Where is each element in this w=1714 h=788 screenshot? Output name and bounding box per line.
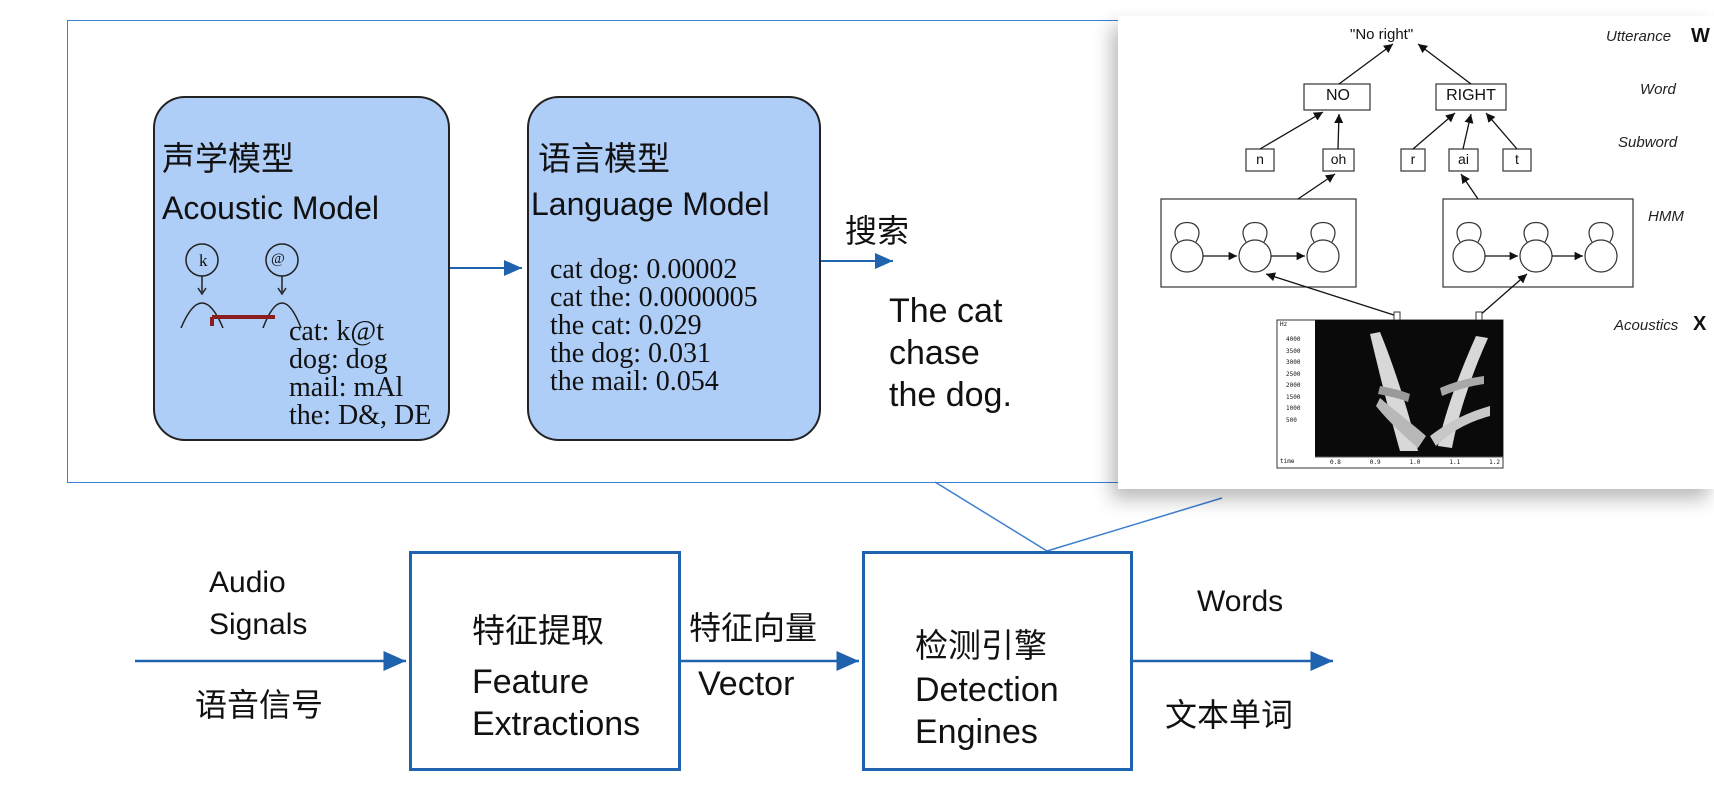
search-result: The cat chase the dog. [889,290,1012,416]
level-symbol-x: X [1693,313,1707,335]
level-label-hmm: HMM [1648,208,1684,225]
input-label-line: Audio [209,566,286,599]
engine-label-line: Detection [915,671,1059,709]
feature-extraction-box: 特征提取 Feature Extractions [409,551,681,771]
search-result-line: the dog. [889,376,1012,414]
acoustic-model-title-en: Acoustic Model [162,190,379,226]
word-node-no: NO [1326,87,1350,104]
y-tick: 2500 [1286,370,1301,378]
feature-label-en: Feature Extractions [472,661,640,745]
acoustic-entries: cat: k@t dog: dog mail: mAl the: D&, DE [289,318,431,430]
y-tick: 4000 [1286,336,1301,343]
spectrogram-hz-label: Hz [1280,321,1288,328]
engine-label-en: Detection Engines [915,669,1059,753]
acoustic-entry: mail: mAl [289,372,404,403]
level-label-utterance: Utterance [1606,28,1672,45]
feature-label-zh: 特征提取 [472,611,604,650]
x-tick: 0.9 [1369,459,1381,466]
input-label-en: Audio Signals [209,562,307,646]
search-result-line: The cat [889,292,1003,330]
acoustic-entry: dog: dog [289,344,388,375]
level-symbol-w: W [1691,25,1710,47]
x-tick: 1.2 [1489,459,1500,466]
y-tick: 3500 [1286,347,1301,355]
detection-engine-box: 检测引擎 Detection Engines [862,551,1133,771]
input-label-line: Signals [209,608,308,641]
subword-node-oh: oh [1330,151,1347,167]
y-tick: 3000 [1286,359,1301,366]
language-entry: the dog: 0.031 [550,338,711,369]
level-label-word: Word [1640,81,1676,98]
search-label: 搜索 [845,212,910,250]
subword-node-ai: ai [1458,151,1469,167]
word-node-right: RIGHT [1446,87,1496,104]
y-tick: 1000 [1286,405,1301,412]
callout-line-right [1046,497,1223,552]
y-tick: 2000 [1286,382,1301,389]
engine-label-line: Engines [915,713,1038,751]
subword-node-r: r [1410,151,1416,167]
acoustic-model-title-zh: 声学模型 [162,139,294,178]
output-label-zh: 文本单词 [1165,696,1294,734]
vector-label-zh: 特征向量 [689,609,818,647]
x-tick: 1.0 [1409,459,1421,466]
language-model-title-zh: 语言模型 [538,139,670,178]
language-entry: the cat: 0.029 [550,310,702,341]
callout-line-left [934,481,1048,552]
language-model-title-en: Language Model [531,186,770,222]
subword-node-n: n [1256,151,1264,167]
utterance-label: "No right" [1350,26,1414,43]
engine-label-zh: 检测引擎 [915,626,1047,665]
output-label-en: Words [1197,585,1284,618]
x-tick: 1.1 [1449,459,1461,466]
phone-at-label: @ [271,251,285,267]
acoustic-entry: cat: k@t [289,316,384,347]
spectrogram-x-label: time [1280,458,1295,465]
acoustic-model-box: 声学模型 Acoustic Model k @ cat: k@t dog: do… [153,96,450,441]
language-entry: the mail: 0.054 [550,366,719,397]
hmm-diagram [1160,43,1634,469]
spectrogram-x-ticks: 0.8 0.9 1.0 1.1 1.2 [1330,459,1500,466]
vector-label-en: Vector [698,665,795,703]
feature-label-line: Feature [472,663,590,701]
search-result-line: chase [889,334,980,372]
y-tick: 1500 [1286,393,1301,401]
subword-node-t: t [1515,151,1519,167]
level-label-subword: Subword [1618,134,1678,151]
level-label-acoustics: Acoustics [1614,317,1679,334]
language-entries: cat dog: 0.00002 cat the: 0.0000005 the … [550,256,758,424]
language-entry: cat dog: 0.00002 [550,256,738,285]
feature-label-line: Extractions [472,705,641,743]
y-tick: 500 [1286,416,1297,424]
acoustic-entry: the: D&, DE [289,400,432,431]
language-model-box: 语言模型 Language Model cat dog: 0.00002 cat… [527,96,821,441]
language-entry: cat the: 0.0000005 [550,282,758,313]
spectrogram-y-ticks: 4000 3500 3000 2500 2000 1500 1000 500 [1286,334,1300,426]
phone-k-label: k [199,251,208,270]
input-label-zh: 语音信号 [195,686,324,724]
hmm-hierarchy-figure: "No right" NO RIGHT n oh r ai t Utteranc… [1118,16,1714,489]
x-tick: 0.8 [1330,459,1341,466]
